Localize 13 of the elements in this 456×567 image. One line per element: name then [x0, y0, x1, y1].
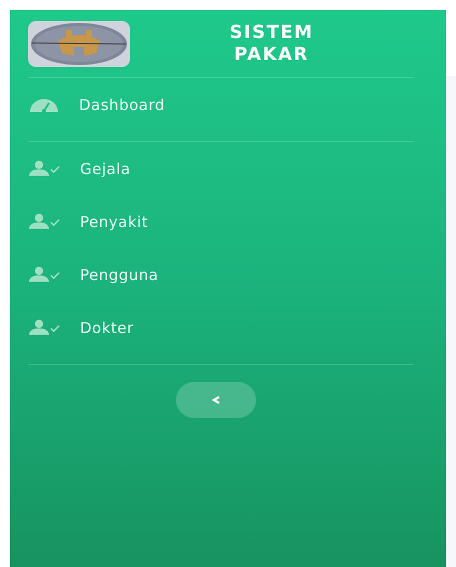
gauge-icon: [28, 96, 60, 112]
nav-item[interactable]: Dashboard: [28, 78, 413, 131]
user-check-icon: [28, 160, 61, 177]
nav-item[interactable]: Gejala: [28, 142, 413, 195]
nav-item[interactable]: Pengguna: [28, 248, 413, 301]
nav-item[interactable]: Dokter: [28, 301, 413, 354]
nav-item[interactable]: Penyakit: [28, 195, 413, 248]
collapse-button[interactable]: [176, 382, 256, 418]
chevron-left-icon: [210, 395, 220, 405]
user-check-icon: [28, 319, 61, 336]
user-check-icon: [28, 213, 61, 230]
app-title: SISTEM PAKAR: [228, 22, 315, 66]
user-check-icon: [28, 266, 61, 283]
